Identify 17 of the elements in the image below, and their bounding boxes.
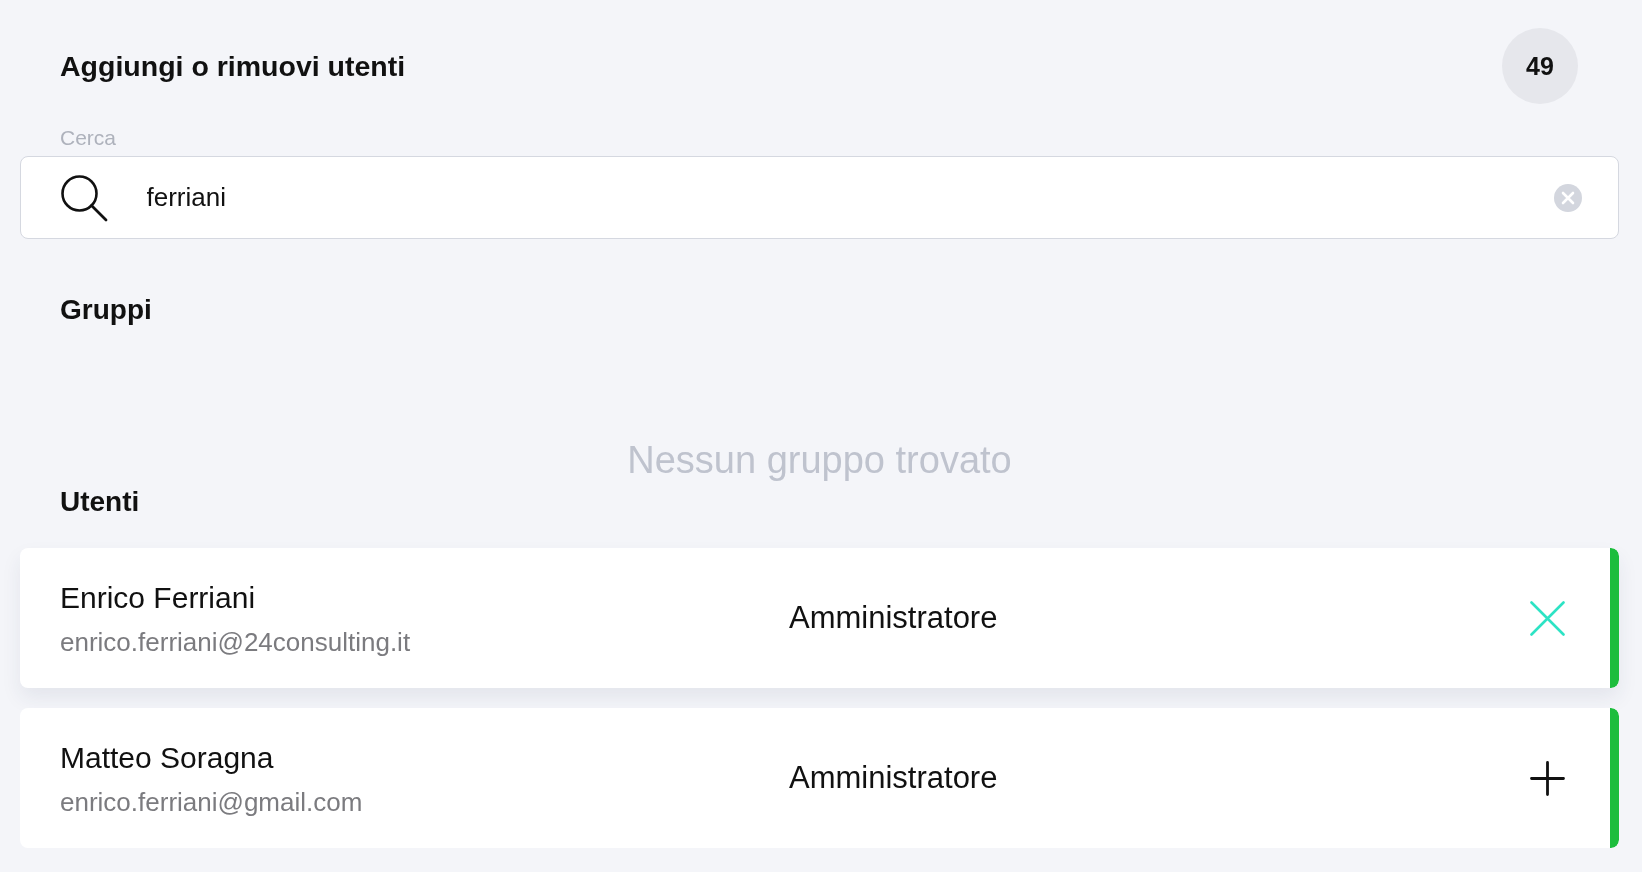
user-email: enrico.ferriani@24consulting.it	[60, 626, 411, 657]
search-label: Cerca	[60, 126, 117, 150]
user-email: enrico.ferriani@gmail.com	[60, 786, 363, 817]
plus-icon	[1530, 760, 1565, 796]
count-badge: 49	[1502, 28, 1578, 104]
search-input[interactable]: ferriani	[146, 177, 1530, 218]
section-title: Gruppi	[60, 294, 152, 326]
x-icon	[1530, 600, 1565, 636]
panel-title: Aggiungi o rimuovi utenti	[60, 49, 406, 83]
search-icon	[59, 173, 108, 222]
section-title: Utenti	[60, 486, 140, 518]
user-role: Amministratore	[789, 600, 998, 636]
clear-icon[interactable]	[1554, 183, 1582, 212]
search-field[interactable]: ferriani	[20, 156, 1619, 239]
user-name: Matteo Soragna	[60, 739, 274, 776]
user-name: Enrico Ferriani	[60, 579, 256, 616]
user-role: Amministratore	[789, 760, 998, 796]
